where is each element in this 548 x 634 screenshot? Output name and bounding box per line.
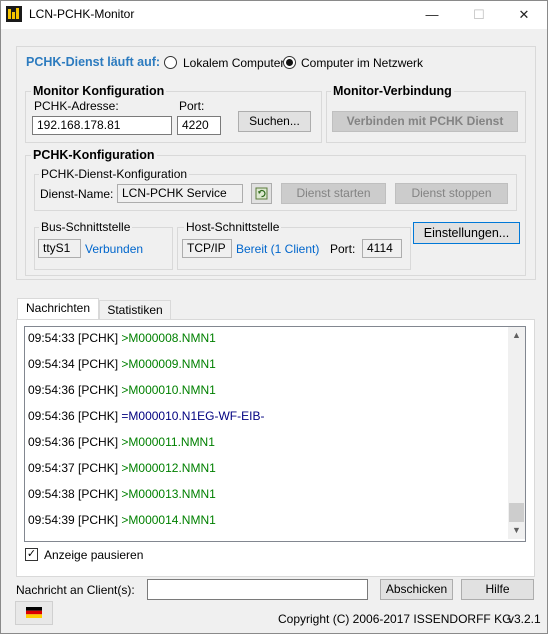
log-message: >M000011.NMN1 [121, 435, 215, 449]
radio-network-computer[interactable] [283, 56, 296, 69]
log-time: 09:54:38 [PCHK] [28, 487, 119, 501]
stop-service-button[interactable]: Dienst stoppen [395, 183, 508, 204]
pause-checkbox[interactable]: ✓ [25, 548, 38, 561]
maximize-button[interactable]: ☐ [456, 1, 502, 29]
bus-interface-field: ttyS1 [38, 239, 81, 258]
log-line: 09:54:36 [PCHK] =M000010.N1EG-WF-EIB- [28, 409, 264, 423]
log-time: 09:54:34 [PCHK] [28, 357, 119, 371]
host-port-field: 4114 [362, 239, 402, 258]
log-time: 09:54:33 [PCHK] [28, 331, 119, 345]
host-status: Bereit (1 Client) [236, 242, 320, 256]
log-message: >M000009.NMN1 [121, 357, 216, 371]
language-button[interactable] [15, 601, 53, 625]
log-message: >M000013.NMN1 [121, 487, 216, 501]
bus-interface-title: Bus-Schnittstelle [39, 220, 133, 234]
bus-status: Verbunden [85, 242, 144, 256]
tab-statistics[interactable]: Statistiken [99, 300, 171, 320]
host-port-label: Port: [330, 242, 356, 256]
log-time: 09:54:39 [PCHK] [28, 513, 119, 527]
log-line: 09:54:36 [PCHK] >M000010.NMN1 [28, 383, 216, 397]
log-line: 09:54:33 [PCHK] >M000008.NMN1 [28, 331, 216, 345]
monitor-connection-title: Monitor-Verbindung [331, 84, 454, 98]
close-button[interactable]: ✕ [501, 1, 547, 29]
log-time: 09:54:36 [PCHK] [28, 409, 119, 423]
message-label: Nachricht an Client(s): [16, 583, 135, 597]
help-button[interactable]: Hilfe [461, 579, 534, 600]
log-line: 09:54:39 [PCHK] >M000014.NMN1 [28, 513, 216, 527]
log-line: 09:54:34 [PCHK] >M000009.NMN1 [28, 357, 216, 371]
host-interface-title: Host-Schnittstelle [184, 220, 282, 234]
log-time: 09:54:36 [PCHK] [28, 383, 119, 397]
send-button[interactable]: Abschicken [380, 579, 453, 600]
log-time: 09:54:37 [PCHK] [28, 461, 119, 475]
log-message: >M000012.NMN1 [121, 461, 216, 475]
pchk-address-input[interactable]: 192.168.178.81 [32, 116, 172, 135]
service-name-field: LCN-PCHK Service [117, 184, 243, 203]
settings-button[interactable]: Einstellungen... [413, 222, 520, 244]
address-label: PCHK-Adresse: [34, 99, 119, 113]
connect-button[interactable]: Verbinden mit PCHK Dienst [332, 111, 518, 132]
message-log[interactable]: 09:54:33 [PCHK] >M000008.NMN1 09:54:34 [P… [24, 326, 526, 542]
log-scrollbar[interactable]: ▲ ▼ [508, 327, 525, 539]
tab-messages[interactable]: Nachrichten [17, 298, 99, 320]
log-line: 09:54:38 [PCHK] >M000013.NMN1 [28, 487, 216, 501]
radio-local-computer[interactable] [164, 56, 177, 69]
search-button[interactable]: Suchen... [238, 111, 311, 132]
log-line: 09:54:36 [PCHK] >M000011.NMN1 [28, 435, 215, 449]
log-message: =M000010.N1EG-WF-EIB- [121, 409, 265, 423]
copyright-text: Copyright (C) 2006-2017 ISSENDORFF KG [278, 612, 512, 626]
host-interface-field: TCP/IP [182, 239, 232, 258]
log-message: >M000008.NMN1 [121, 331, 216, 345]
radio-local-label: Lokalem Computer [183, 56, 285, 70]
app-icon [6, 6, 22, 22]
german-flag-icon [26, 607, 42, 618]
window-title: LCN-PCHK-Monitor [29, 7, 135, 21]
monitor-config-title: Monitor Konfiguration [31, 84, 167, 98]
scroll-up-icon[interactable]: ▲ [508, 327, 525, 344]
refresh-icon [255, 187, 268, 200]
port-input[interactable]: 4220 [177, 116, 221, 135]
message-input[interactable] [147, 579, 368, 600]
service-location-label: PCHK-Dienst läuft auf: [26, 55, 161, 69]
log-time: 09:54:36 [PCHK] [28, 435, 119, 449]
title-bar: LCN-PCHK-Monitor — ☐ ✕ [1, 1, 547, 29]
start-service-button[interactable]: Dienst starten [281, 183, 386, 204]
radio-network-label: Computer im Netzwerk [301, 56, 424, 70]
log-message: >M000014.NMN1 [121, 513, 216, 527]
version-text: v3.2.1 [508, 612, 541, 626]
service-config-title: PCHK-Dienst-Konfiguration [39, 167, 190, 181]
scroll-down-icon[interactable]: ▼ [508, 522, 525, 539]
service-name-label: Dienst-Name: [40, 187, 114, 201]
log-line: 09:54:37 [PCHK] >M000012.NMN1 [28, 461, 216, 475]
scroll-thumb[interactable] [509, 503, 524, 522]
main-window: LCN-PCHK-Monitor — ☐ ✕ PCHK-Dienst läuft… [0, 0, 548, 634]
refresh-service-button[interactable] [251, 183, 272, 204]
pchk-config-title: PCHK-Konfiguration [31, 148, 157, 162]
minimize-button[interactable]: — [409, 1, 455, 29]
port-label: Port: [179, 99, 205, 113]
log-message: >M000010.NMN1 [121, 383, 216, 397]
pause-label: Anzeige pausieren [44, 548, 144, 562]
